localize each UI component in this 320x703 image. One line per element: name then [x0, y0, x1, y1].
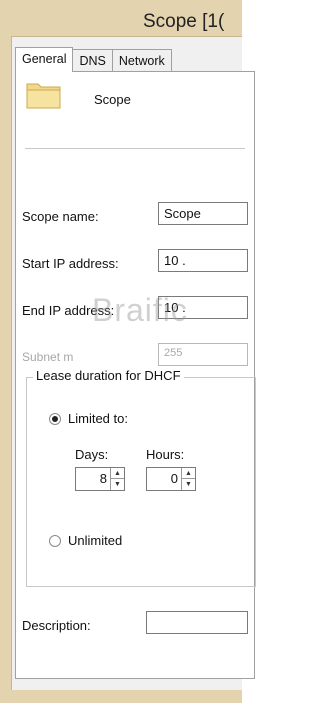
unlimited-radio[interactable]: [49, 535, 61, 547]
days-label: Days:: [75, 447, 109, 462]
subnet-mask-input[interactable]: 255: [158, 343, 248, 366]
radio-selected-dot: [52, 416, 58, 422]
subnet-mask-label: Subnet m: [22, 350, 74, 364]
scope-name-label: Scope name:: [22, 209, 99, 224]
hours-up-arrow-icon[interactable]: ▲: [182, 468, 195, 479]
start-ip-label: Start IP address:: [22, 256, 119, 271]
lease-duration-legend: Lease duration for DHCF: [33, 368, 184, 383]
hours-spin-buttons: ▲ ▼: [181, 468, 195, 490]
watermark: Braific: [92, 292, 188, 328]
tab-strip: General DNS Network: [15, 47, 172, 72]
separator: [25, 148, 245, 149]
tab-dns[interactable]: DNS: [72, 49, 113, 71]
hours-down-arrow-icon[interactable]: ▼: [182, 479, 195, 490]
days-down-arrow-icon[interactable]: ▼: [111, 479, 124, 490]
tab-network[interactable]: Network: [111, 49, 172, 71]
scope-heading: Scope: [94, 92, 131, 107]
limited-to-radio[interactable]: [49, 413, 61, 425]
days-spin-buttons: ▲ ▼: [110, 468, 124, 490]
days-up-arrow-icon[interactable]: ▲: [111, 468, 124, 479]
title-bar[interactable]: Scope [1(: [0, 0, 242, 36]
hours-label: Hours:: [146, 447, 185, 462]
description-label: Description:: [22, 618, 91, 633]
hours-value: 0: [170, 471, 178, 486]
scope-name-input[interactable]: Scope: [158, 202, 248, 225]
hours-spinner[interactable]: 0 ▲ ▼: [146, 467, 196, 491]
tab-general[interactable]: General: [15, 47, 74, 72]
description-input[interactable]: [146, 611, 248, 634]
start-ip-input[interactable]: 10 .: [158, 249, 248, 272]
lease-duration-group: [26, 377, 256, 587]
window-title: Scope [1(: [143, 11, 225, 32]
unlimited-label: Unlimited: [68, 533, 123, 548]
days-value: 8: [99, 471, 107, 486]
limited-to-label: Limited to:: [68, 411, 128, 426]
days-spinner[interactable]: 8 ▲ ▼: [75, 467, 125, 491]
folder-icon: [26, 83, 61, 109]
window-frame: Scope [1( General DNS Network Scope Scop…: [0, 0, 256, 703]
